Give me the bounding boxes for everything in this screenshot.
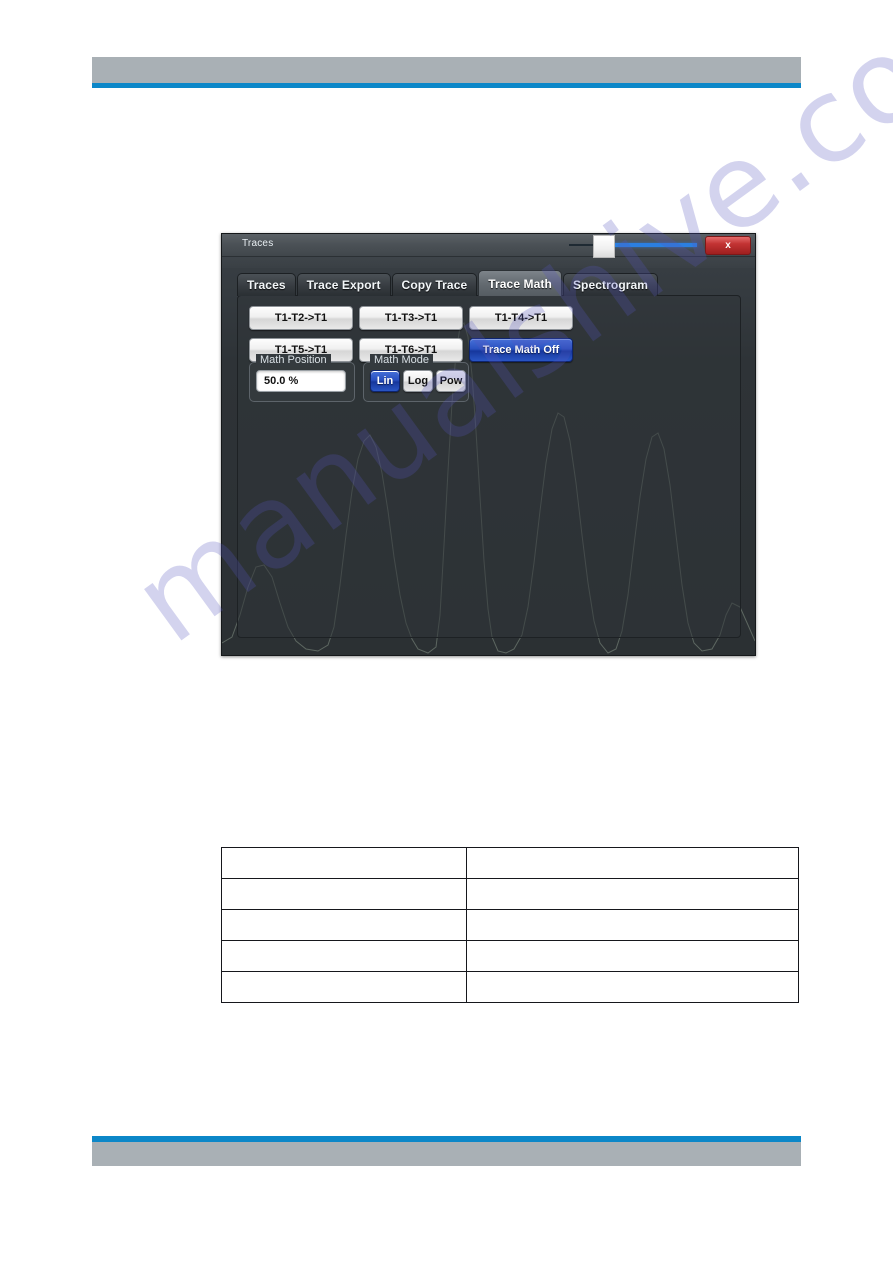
- tab-trace-math-label: Trace Math: [488, 276, 552, 291]
- math-position-group-label: Math Position: [256, 354, 331, 366]
- traces-dialog: Traces x Traces Trace Export Copy Trace …: [221, 233, 756, 656]
- page-header-rule: [92, 83, 801, 88]
- dialog-title-bar[interactable]: Traces x: [222, 234, 755, 258]
- page-header-bar: [92, 57, 801, 83]
- table-cell-value: [466, 971, 799, 1003]
- button-trace-math-off[interactable]: Trace Math Off: [469, 338, 573, 362]
- table-cell-value: [466, 909, 799, 941]
- title-bar-slider[interactable]: [569, 235, 697, 258]
- button-t1-minus-t4[interactable]: T1-T4->T1: [469, 306, 573, 330]
- button-t1-minus-t2[interactable]: T1-T2->T1: [249, 306, 353, 330]
- page-footer-bar: [92, 1142, 801, 1166]
- tab-spectrogram-label: Spectrogram: [572, 278, 649, 292]
- table-cell-name: [221, 878, 467, 910]
- math-mode-segmented-control: Lin Log Pow: [370, 370, 466, 392]
- tab-trace-math[interactable]: Trace Math: [478, 270, 562, 296]
- math-mode-option-log[interactable]: Log: [403, 370, 433, 392]
- dialog-title: Traces: [242, 238, 274, 249]
- button-trace-math-off-label: Trace Math Off: [482, 344, 560, 356]
- tab-copy-trace-label: Copy Trace: [401, 278, 468, 292]
- table-row: [221, 847, 799, 879]
- table-cell-name: [221, 909, 467, 941]
- table-cell-value: [466, 940, 799, 972]
- tab-copy-trace[interactable]: Copy Trace: [391, 273, 478, 296]
- table-cell-name: [221, 847, 467, 879]
- button-t1-minus-t3[interactable]: T1-T3->T1: [359, 306, 463, 330]
- table-cell-value: [466, 878, 799, 910]
- trace-math-panel: T1-T2->T1 T1-T3->T1 T1-T4->T1 T1-T5->T1 …: [237, 295, 741, 638]
- button-t1-minus-t3-label: T1-T3->T1: [384, 312, 438, 324]
- dialog-tab-bar: Traces Trace Export Copy Trace Trace Mat…: [237, 270, 659, 296]
- slider-fill: [611, 243, 697, 247]
- table-cell-name: [221, 940, 467, 972]
- close-button[interactable]: x: [705, 236, 751, 255]
- math-mode-option-pow[interactable]: Pow: [436, 370, 466, 392]
- tab-trace-export[interactable]: Trace Export: [296, 273, 391, 296]
- table-cell-name: [221, 971, 467, 1003]
- table-row: [221, 940, 799, 972]
- math-position-input[interactable]: 50.0 %: [256, 370, 346, 392]
- table-row: [221, 878, 799, 910]
- math-mode-option-log-label: Log: [407, 375, 429, 387]
- table-cell-value: [466, 847, 799, 879]
- parameter-table: [221, 847, 799, 1003]
- button-t1-minus-t4-label: T1-T4->T1: [494, 312, 548, 324]
- tab-spectrogram[interactable]: Spectrogram: [562, 273, 659, 296]
- slider-knob[interactable]: [593, 235, 615, 258]
- table-row: [221, 971, 799, 1003]
- math-mode-group-label: Math Mode: [370, 354, 434, 366]
- math-mode-option-pow-label: Pow: [439, 375, 463, 387]
- button-t1-minus-t2-label: T1-T2->T1: [274, 312, 328, 324]
- tab-traces[interactable]: Traces: [237, 273, 296, 296]
- tab-trace-export-label: Trace Export: [306, 278, 381, 292]
- table-row: [221, 909, 799, 941]
- math-mode-option-lin[interactable]: Lin: [370, 370, 400, 392]
- math-mode-group: Math Mode Lin Log Pow: [363, 354, 469, 402]
- math-mode-option-lin-label: Lin: [376, 375, 394, 387]
- tab-traces-label: Traces: [247, 278, 286, 292]
- math-position-group: Math Position 50.0 %: [249, 354, 355, 402]
